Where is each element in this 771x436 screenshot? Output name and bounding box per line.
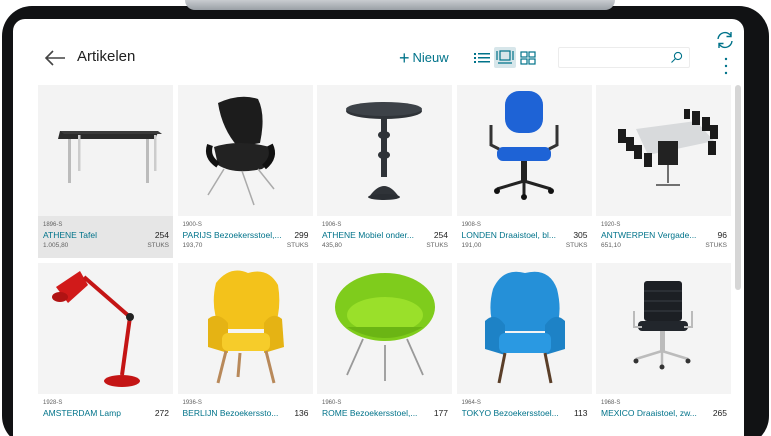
item-quantity: 305 (573, 230, 588, 240)
item-card[interactable]: 1920-S ANTWERPEN Vergade... 96 651,10 ST… (596, 85, 731, 258)
item-card[interactable]: 1968-S MEXICO Draaistoel, zw... 265 (596, 263, 731, 436)
item-price: 193,70 (182, 242, 203, 249)
item-card[interactable]: 1908-S LONDEN Draaistoel, bl... 305 191,… (456, 85, 592, 258)
item-code: 1968-S (601, 400, 621, 406)
executive-chair-image (596, 263, 731, 394)
conference-set-image (596, 85, 731, 216)
item-code: 1936-S (182, 400, 202, 406)
grid-view-icon[interactable] (519, 50, 537, 66)
side-table-image (317, 85, 452, 216)
item-unit: STUKS (705, 242, 727, 249)
item-quantity: 254 (433, 230, 448, 240)
item-name[interactable]: ROME Bezoekersstoel,... (322, 408, 417, 418)
item-code: 1928-S (43, 400, 63, 406)
item-price: 1.005,80 (43, 242, 69, 249)
page-title: Artikelen (77, 48, 136, 65)
item-code: 1896-S (43, 222, 63, 228)
item-price: 651,10 (601, 242, 621, 249)
item-name[interactable]: AMSTERDAM Lamp (43, 408, 121, 418)
new-button-label: Nieuw (412, 50, 449, 65)
item-image (38, 85, 173, 216)
blue-armchair-image (456, 263, 592, 394)
item-code: 1908-S (461, 222, 481, 228)
item-quantity: 299 (294, 230, 309, 240)
item-unit: STUKS (286, 242, 309, 249)
item-card[interactable]: 1900-S PARIJS Bezoekersstoel,... 299 193… (177, 85, 313, 258)
tub-chair-image (317, 263, 452, 394)
item-name[interactable]: PARIJS Bezoekersstoel,... (183, 230, 282, 240)
item-unit: STUKS (565, 242, 588, 249)
item-image (177, 263, 313, 394)
item-name[interactable]: ATHENE Tafel (43, 230, 97, 240)
item-name[interactable]: TOKYO Bezoekersstoel... (462, 408, 559, 418)
item-card[interactable]: 1928-S AMSTERDAM Lamp 272 (38, 263, 173, 436)
tile-view-icon (496, 50, 514, 64)
item-name[interactable]: ANTWERPEN Vergade... (601, 230, 696, 240)
item-code: 1920-S (601, 222, 621, 228)
item-image (177, 85, 313, 216)
vertical-scrollbar[interactable] (735, 85, 741, 290)
item-image (456, 85, 592, 216)
item-name[interactable]: MEXICO Draaistoel, zw... (601, 408, 697, 418)
search-icon (671, 51, 683, 63)
refresh-icon[interactable] (714, 30, 736, 50)
new-button[interactable]: + Nieuw (399, 47, 449, 68)
page-header: Artikelen + Nieuw (13, 19, 744, 81)
item-code: 1906-S (322, 222, 342, 228)
list-view-icon[interactable] (473, 50, 491, 66)
tile-view-button[interactable] (494, 47, 516, 68)
item-card[interactable]: 1960-S ROME Bezoekersstoel,... 177 (317, 263, 452, 436)
item-quantity: 113 (573, 408, 588, 418)
item-image (317, 85, 452, 216)
item-code: 1900-S (182, 222, 202, 228)
item-image (596, 263, 731, 394)
item-price: 191,00 (461, 242, 482, 249)
item-unit: STUKS (426, 242, 448, 249)
item-quantity: 272 (154, 408, 169, 418)
item-quantity: 254 (154, 230, 169, 240)
item-name[interactable]: LONDEN Draaistoel, bl... (462, 230, 556, 240)
item-unit: STUKS (147, 242, 169, 249)
item-quantity: 136 (294, 408, 309, 418)
item-card[interactable]: 1906-S ATHENE Mobiel onder... 254 435,80… (317, 85, 452, 258)
desk-lamp-image (38, 263, 173, 394)
item-quantity: 96 (717, 230, 727, 240)
lounge-chair-image (177, 85, 313, 216)
item-code: 1960-S (322, 400, 342, 406)
item-image (38, 263, 173, 394)
office-chair-image (456, 85, 592, 216)
item-card[interactable]: 1964-S TOKYO Bezoekersstoel... 113 (456, 263, 592, 436)
item-code: 1964-S (461, 400, 481, 406)
app-screen: Artikelen + Nieuw 1896-S ATHENE Tafel 25… (13, 19, 744, 436)
item-name[interactable]: BERLIJN Bezoekerssto... (183, 408, 279, 418)
item-image (596, 85, 731, 216)
item-image (456, 263, 592, 394)
search-input[interactable] (558, 47, 690, 68)
item-card[interactable]: 1896-S ATHENE Tafel 254 1.005,80 STUKS (38, 85, 173, 258)
item-image (317, 263, 452, 394)
item-quantity: 177 (433, 408, 448, 418)
device-top-edge (185, 0, 615, 10)
back-arrow-icon[interactable] (43, 48, 67, 68)
wingback-chair-image (177, 263, 313, 394)
item-quantity: 265 (712, 408, 727, 418)
item-card[interactable]: 1936-S BERLIJN Bezoekerssto... 136 (177, 263, 313, 436)
table-image (38, 85, 173, 216)
plus-icon: + (399, 47, 410, 68)
item-name[interactable]: ATHENE Mobiel onder... (322, 230, 414, 240)
item-price: 435,80 (322, 242, 342, 249)
more-vertical-icon[interactable] (722, 56, 730, 76)
